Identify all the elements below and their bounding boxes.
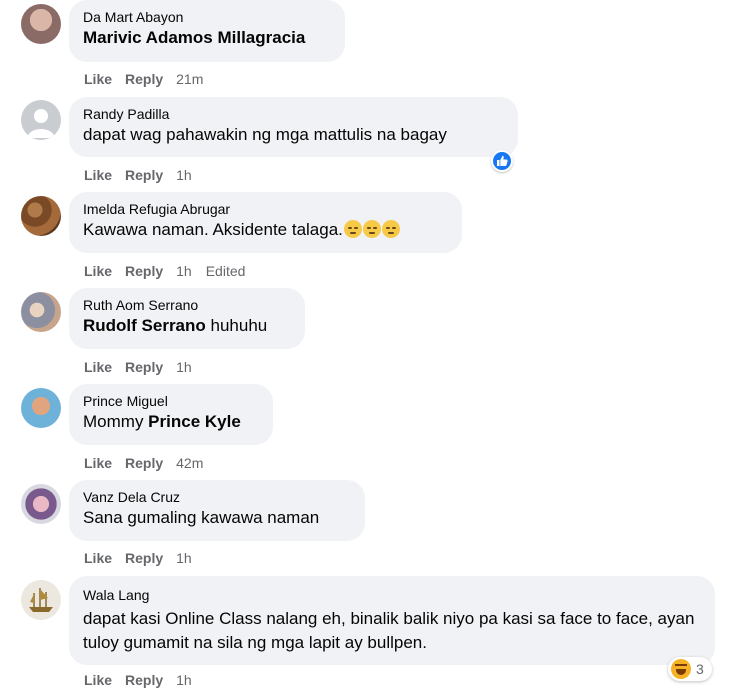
pensive-face-icon	[381, 220, 400, 238]
mention[interactable]: Prince Kyle	[148, 412, 241, 431]
comment-text-part: Kawawa naman. Aksidente talaga.	[83, 220, 343, 239]
comment-text-part: Mommy	[83, 412, 149, 431]
comment-text-part: huhuhu	[205, 316, 268, 335]
comment-bubble: Ruth Aom Serrano Rudolf Serrano huhuhu	[69, 288, 305, 349]
reply-button[interactable]: Reply	[125, 359, 163, 375]
comment-author[interactable]: Da Mart Abayon	[83, 8, 333, 26]
comment-bubble: Da Mart Abayon Marivic Adamos Millagraci…	[69, 0, 345, 62]
comment-bubble: Randy Padilla dapat wag pahawakin ng mga…	[69, 97, 518, 157]
pensive-face-icon	[343, 220, 362, 238]
comment-author[interactable]: Imelda Refugia Abrugar	[83, 200, 450, 218]
ship-logo-icon	[29, 588, 53, 612]
comment-text: Kawawa naman. Aksidente talaga.	[83, 218, 450, 242]
comment-bubble: Imelda Refugia Abrugar Kawawa naman. Aks…	[69, 192, 462, 253]
like-button[interactable]: Like	[84, 263, 112, 279]
comment-text: dapat kasi Online Class nalang eh, binal…	[83, 607, 698, 655]
avatar[interactable]	[21, 100, 61, 140]
comment-author[interactable]: Wala Lang	[83, 586, 703, 604]
reply-button[interactable]: Reply	[125, 263, 163, 279]
comment-author[interactable]: Ruth Aom Serrano	[83, 296, 293, 314]
comment-text-part: Sana gumaling kawawa naman	[83, 508, 320, 527]
comment-actions: Like Reply 1h	[84, 550, 206, 566]
comment-text: Mommy Prince Kyle	[83, 410, 261, 434]
timestamp[interactable]: 1h	[176, 167, 192, 183]
comment-text: Marivic Adamos Millagracia	[83, 26, 333, 50]
reply-button[interactable]: Reply	[125, 550, 163, 566]
pensive-face-icon	[362, 220, 381, 238]
default-avatar-icon	[27, 109, 55, 138]
like-button[interactable]: Like	[84, 672, 112, 688]
timestamp[interactable]: 1h	[176, 550, 192, 566]
timestamp[interactable]: 21m	[176, 71, 203, 87]
reply-button[interactable]: Reply	[125, 672, 163, 688]
avatar[interactable]	[21, 388, 61, 428]
comment-actions: Like Reply 1h	[84, 167, 206, 183]
like-button[interactable]: Like	[84, 167, 112, 183]
comment-author[interactable]: Randy Padilla	[83, 105, 506, 123]
avatar[interactable]	[21, 292, 61, 332]
reply-button[interactable]: Reply	[125, 455, 163, 471]
like-reaction-badge[interactable]	[491, 150, 513, 172]
comment-actions: Like Reply 1h Edited	[84, 263, 259, 279]
comment-actions: Like Reply 42m	[84, 455, 217, 471]
comment-bubble: Prince Miguel Mommy Prince Kyle	[69, 384, 273, 445]
comment-text: dapat wag pahawakin ng mga mattulis na b…	[83, 123, 506, 147]
timestamp[interactable]: 1h	[176, 359, 192, 375]
avatar[interactable]	[21, 196, 61, 236]
comment-author[interactable]: Prince Miguel	[83, 392, 261, 410]
comment-bubble: Wala Lang dapat kasi Online Class nalang…	[69, 576, 715, 665]
comment-text-part: dapat wag pahawakin ng mga mattulis na b…	[83, 125, 447, 144]
timestamp[interactable]: 42m	[176, 455, 203, 471]
mention[interactable]: Marivic Adamos Millagracia	[83, 28, 305, 47]
comment-author[interactable]: Vanz Dela Cruz	[83, 488, 353, 506]
like-button[interactable]: Like	[84, 359, 112, 375]
avatar[interactable]	[21, 580, 61, 620]
reaction-count: 3	[696, 661, 704, 677]
comment-bubble: Vanz Dela Cruz Sana gumaling kawawa nama…	[69, 480, 365, 541]
like-button[interactable]: Like	[84, 550, 112, 566]
comment-actions: Like Reply 1h	[84, 672, 206, 688]
comment-text: Sana gumaling kawawa naman	[83, 506, 353, 530]
comment-text: Rudolf Serrano huhuhu	[83, 314, 293, 338]
haha-reaction-badge[interactable]: 3	[668, 657, 712, 681]
thumbs-up-icon	[497, 155, 508, 166]
haha-icon	[671, 659, 691, 679]
avatar[interactable]	[21, 484, 61, 524]
comment-actions: Like Reply 1h	[84, 359, 206, 375]
edited-label[interactable]: Edited	[206, 263, 246, 279]
timestamp[interactable]: 1h	[176, 263, 192, 279]
reply-button[interactable]: Reply	[125, 71, 163, 87]
like-button[interactable]: Like	[84, 455, 112, 471]
like-button[interactable]: Like	[84, 71, 112, 87]
comment-text-part: dapat kasi Online Class nalang eh, binal…	[83, 609, 695, 652]
reply-button[interactable]: Reply	[125, 167, 163, 183]
avatar[interactable]	[21, 4, 61, 44]
mention[interactable]: Rudolf Serrano	[83, 316, 206, 335]
comment-actions: Like Reply 21m	[84, 71, 217, 87]
timestamp[interactable]: 1h	[176, 672, 192, 688]
